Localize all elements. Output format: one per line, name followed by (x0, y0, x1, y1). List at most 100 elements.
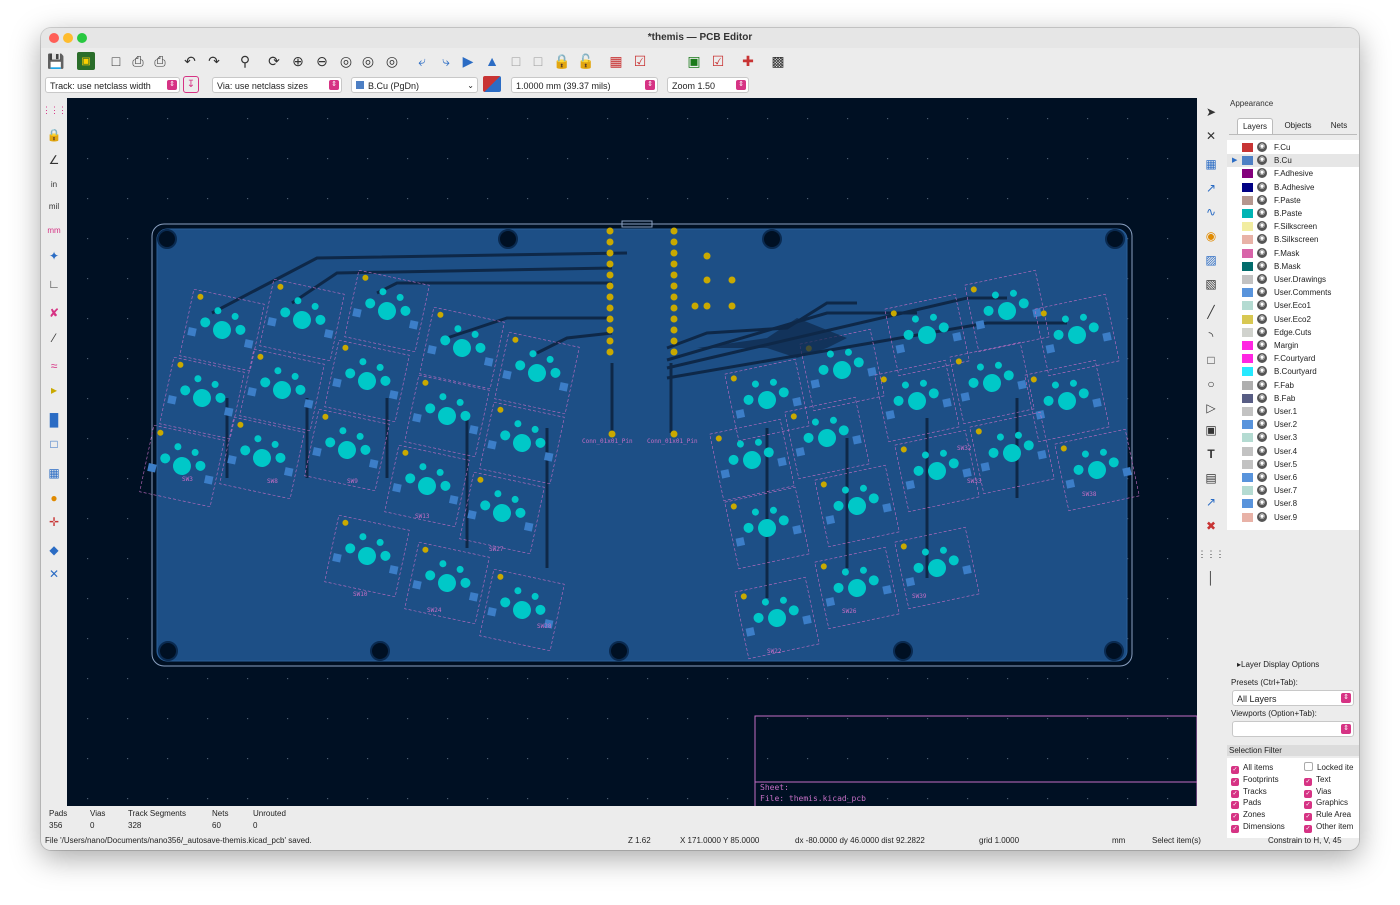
zone-fill-icon[interactable]: ▸ (44, 380, 64, 400)
zoom-select[interactable]: Zoom 1.50 ⇕ (667, 77, 749, 93)
visibility-eye-icon[interactable]: ◉ (1257, 511, 1267, 522)
visibility-eye-icon[interactable]: ◉ (1257, 142, 1267, 152)
track-width-select[interactable]: Track: use netclass width ⇕ (45, 77, 180, 93)
visibility-eye-icon[interactable]: ◉ (1257, 445, 1267, 456)
checkbox-icon[interactable]: ✓ (1304, 789, 1312, 798)
layer-pair-icon[interactable] (483, 76, 501, 92)
layer-color-swatch[interactable] (1242, 367, 1253, 377)
pcb-canvas[interactable]: Conn_01x01_Pin Conn_01x01_Pin SW3 SW8 SW9 S… (67, 98, 1197, 806)
layer-color-swatch[interactable] (1242, 420, 1253, 430)
checkbox-icon[interactable]: ✓ (1231, 825, 1239, 833)
select-arrow-icon[interactable]: ➤ (1201, 102, 1221, 122)
checkbox-icon[interactable]: ✓ (1304, 813, 1312, 822)
visibility-eye-icon[interactable]: ◉ (1257, 274, 1267, 284)
footprint-icon[interactable]: ▦ (1201, 154, 1221, 174)
zoom-objects-icon[interactable]: ◎ (359, 52, 377, 70)
curved-ratsnest-icon[interactable]: ✘ (44, 303, 64, 323)
highlight-icon[interactable]: ✚ (739, 52, 757, 70)
layer-color-swatch[interactable] (1242, 288, 1253, 298)
tab-layers[interactable]: Layers (1237, 118, 1273, 134)
presets-select[interactable]: All Layers ⇕ (1232, 690, 1354, 706)
rule-area-icon[interactable]: ▧ (1201, 274, 1221, 294)
visibility-eye-icon[interactable]: ◉ (1257, 247, 1267, 258)
plot-icon[interactable]: ⎙ (151, 52, 169, 70)
layer-row[interactable]: ◉ User.Eco1 (1227, 299, 1359, 312)
update-pcb-icon[interactable]: ▣ (685, 52, 703, 70)
local-ratsnest-icon[interactable]: ✕ (1201, 126, 1221, 146)
drc-icon[interactable]: ☑ (631, 52, 649, 70)
polygon-icon[interactable]: ▷ (1201, 398, 1221, 418)
layer-display-options[interactable]: ▸Layer Display Options (1237, 660, 1319, 669)
visibility-eye-icon[interactable]: ◉ (1257, 287, 1267, 298)
teardrop-icon[interactable]: ▦ (44, 463, 64, 483)
checkbox-icon[interactable]: ✓ (1231, 801, 1239, 810)
layer-color-swatch[interactable] (1242, 433, 1253, 443)
layer-row[interactable]: ◉ User.Eco2 (1227, 313, 1359, 326)
redo-icon[interactable]: ↷ (205, 52, 223, 70)
highlight-net-icon[interactable]: █ (44, 410, 64, 430)
layer-color-swatch[interactable] (1242, 486, 1253, 496)
layer-row[interactable]: ◉ User.1 (1227, 405, 1359, 418)
filter-checkbox[interactable]: ✓ Zones (1231, 809, 1265, 822)
filter-checkbox[interactable]: ✓ Pads (1231, 797, 1261, 810)
checkbox-icon[interactable] (1304, 762, 1313, 771)
visibility-eye-icon[interactable]: ◉ (1257, 208, 1267, 218)
layer-color-swatch[interactable] (1242, 380, 1253, 390)
layer-color-swatch[interactable] (1242, 222, 1253, 232)
layer-row[interactable]: ◉ User.3 (1227, 431, 1359, 444)
dimension-icon[interactable]: ↗ (1201, 492, 1221, 512)
layer-row[interactable]: ◉ F.Paste (1227, 194, 1359, 207)
layer-row[interactable]: ◉ User.5 (1227, 458, 1359, 471)
checkbox-icon[interactable]: ✓ (1231, 789, 1239, 798)
visibility-eye-icon[interactable]: ◉ (1257, 326, 1267, 337)
ratsnest-icon[interactable]: ∟ (44, 274, 64, 294)
filter-checkbox[interactable]: ✓ Footprints (1231, 774, 1279, 786)
visibility-eye-icon[interactable]: ◉ (1257, 432, 1267, 443)
rotate-cw-icon[interactable]: ⤷ (437, 52, 455, 70)
drc-check-icon[interactable]: ☑ (709, 52, 727, 70)
measure-icon[interactable]: │ (1201, 568, 1221, 588)
visibility-eye-icon[interactable]: ◉ (1257, 498, 1267, 509)
filter-checkbox[interactable]: ✓ Tracks (1231, 786, 1267, 798)
layer-row[interactable]: ◉ User.4 (1227, 445, 1359, 458)
rectangle-icon[interactable]: □ (1201, 350, 1221, 370)
layer-color-swatch[interactable] (1242, 459, 1253, 469)
auto-width-icon[interactable]: ↧ (183, 76, 199, 93)
filter-checkbox[interactable]: ✓ Rule Area (1304, 809, 1351, 822)
board-setup-icon[interactable]: ✛ (44, 512, 64, 532)
unlock-items-icon[interactable]: 🔓 (577, 52, 595, 70)
mil-units-icon[interactable]: mil (44, 196, 64, 216)
save-icon[interactable]: 💾 (47, 52, 65, 70)
via-icon[interactable]: ◉ (1201, 226, 1221, 246)
grid-dots-icon[interactable]: ⋮⋮⋮ (42, 100, 67, 120)
viewports-select[interactable]: ⇕ (1232, 721, 1354, 737)
text-icon[interactable]: T (1201, 444, 1221, 464)
layer-row[interactable]: ◉ F.Courtyard (1227, 352, 1359, 365)
circle-icon[interactable]: ○ (1201, 374, 1221, 394)
layer-color-swatch[interactable] (1242, 512, 1253, 522)
zoom-window-button[interactable] (77, 33, 87, 43)
layer-row[interactable]: ◉ Margin (1227, 339, 1359, 352)
zoom-in-icon[interactable]: ⊕ (289, 52, 307, 70)
layer-color-swatch[interactable] (1242, 446, 1253, 456)
layer-row[interactable]: ◉ B.Fab (1227, 392, 1359, 405)
layer-color-swatch[interactable] (1242, 169, 1253, 179)
checkbox-icon[interactable]: ✓ (1231, 777, 1239, 786)
checkbox-icon[interactable]: ✓ (1304, 801, 1312, 810)
ungroup-icon[interactable]: □ (529, 52, 547, 70)
visibility-eye-icon[interactable]: ◉ (1257, 379, 1267, 390)
mirror-v-icon[interactable]: ▲ (483, 52, 501, 70)
layer-color-swatch[interactable] (1242, 314, 1253, 324)
zoom-selection-icon[interactable]: ◎ (383, 52, 401, 70)
layer-color-swatch[interactable] (1242, 156, 1253, 166)
layer-color-swatch[interactable] (1242, 195, 1253, 205)
layer-row[interactable]: ◉ User.2 (1227, 418, 1359, 431)
layer-color-swatch[interactable] (1242, 473, 1253, 482)
layer-view-icon[interactable]: ◆ (44, 540, 64, 560)
visibility-eye-icon[interactable]: ◉ (1257, 340, 1267, 350)
close-window-button[interactable] (49, 33, 59, 43)
print-icon[interactable]: ⎙ (129, 52, 147, 70)
textbox-icon[interactable]: ▤ (1201, 468, 1221, 488)
visibility-eye-icon[interactable]: ◉ (1257, 392, 1267, 403)
cursor-icon[interactable]: ✦ (44, 246, 64, 266)
